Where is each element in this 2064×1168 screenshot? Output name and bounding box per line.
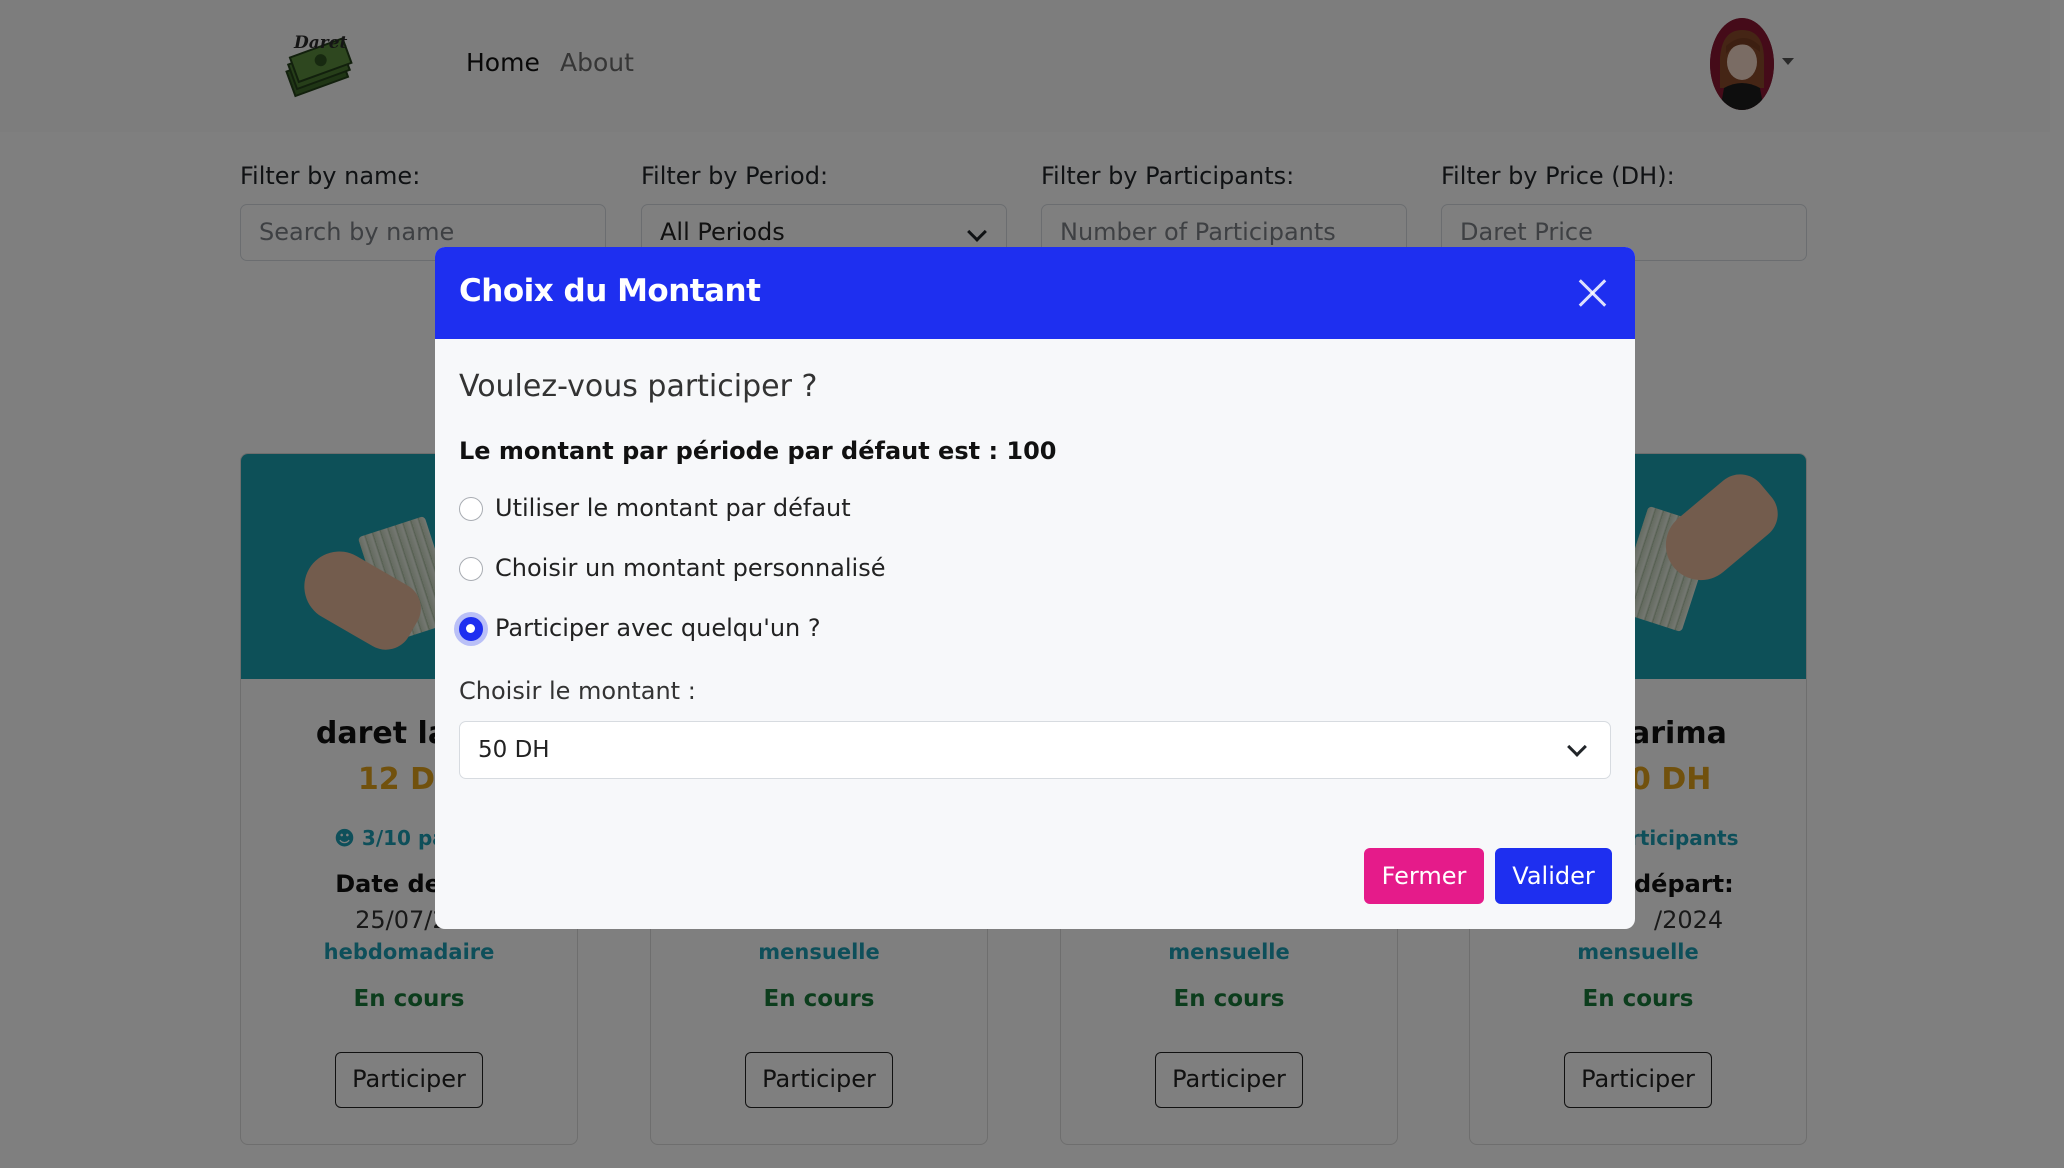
option-label: Participer avec quelqu'un ? [495, 614, 821, 642]
radio-participate-with-someone[interactable] [459, 617, 483, 641]
amount-choice-modal: Choix du Montant Voulez-vous participer … [435, 247, 1635, 929]
chevron-down-icon [1567, 737, 1587, 757]
radio-custom-amount[interactable] [459, 557, 483, 581]
option-label: Utiliser le montant par défaut [495, 494, 851, 522]
close-icon[interactable] [1571, 271, 1615, 315]
radio-default-amount[interactable] [459, 497, 483, 521]
modal-title: Choix du Montant [459, 273, 761, 309]
default-amount-text: Le montant par période par défaut est : … [459, 437, 1057, 465]
amount-select[interactable]: 50 DH [459, 721, 1611, 779]
modal-header: Choix du Montant [435, 247, 1635, 339]
modal-question: Voulez-vous participer ? [459, 369, 818, 404]
option-label: Choisir un montant personnalisé [495, 554, 886, 582]
amount-select-value: 50 DH [478, 737, 550, 763]
close-button[interactable]: Fermer [1364, 848, 1484, 904]
submit-button[interactable]: Valider [1495, 848, 1612, 904]
amount-label: Choisir le montant : [459, 677, 696, 705]
